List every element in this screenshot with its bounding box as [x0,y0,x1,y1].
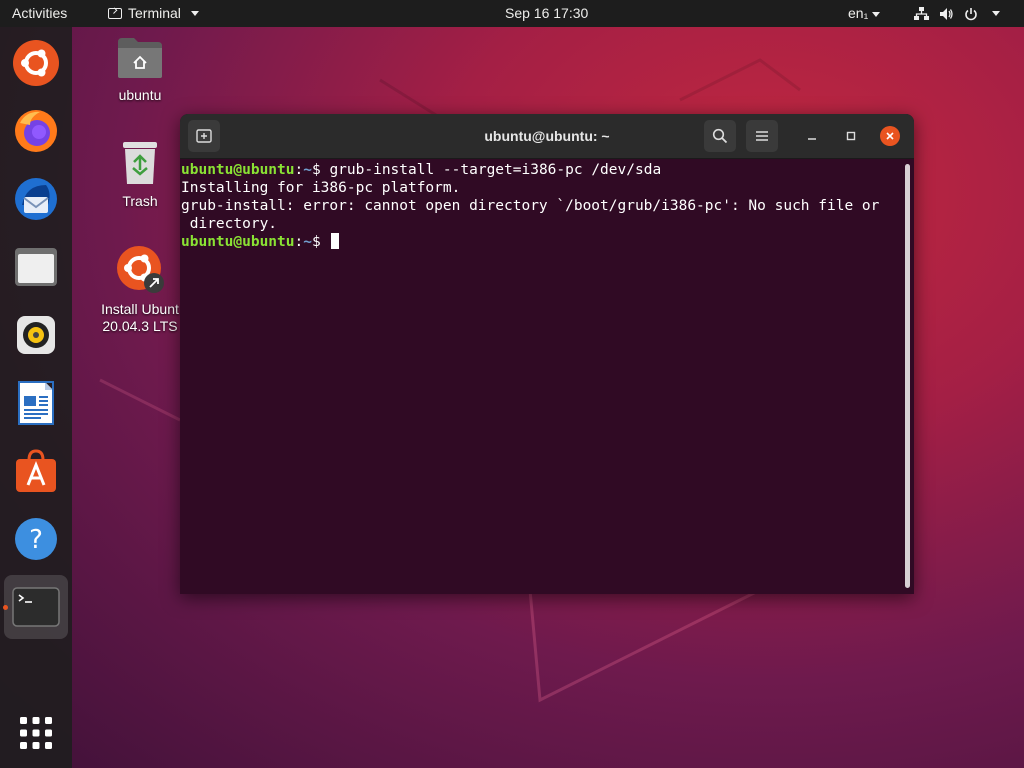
terminal-app-icon [12,587,60,627]
system-menu-button[interactable] [914,0,1000,27]
desktop-icon-installer[interactable]: Install Ubunt 20.04.3 LTS [92,244,188,335]
chevron-down-icon [992,11,1000,16]
volume-icon [940,7,953,20]
search-button[interactable] [704,120,736,152]
prompt-user: ubuntu@ubuntu [181,162,295,178]
maximize-button[interactable] [841,126,861,146]
installer-label-line1: Install Ubunt [101,301,179,317]
show-applications-button[interactable] [8,705,64,761]
terminal-line: grub-install: error: cannot open directo… [181,198,880,214]
thunderbird-icon [15,178,57,220]
dock-item-help[interactable]: ? [8,511,64,567]
language-indicator[interactable]: en₁ [848,0,881,27]
desktop-icon-label: Trash [122,193,158,209]
prompt-symbol: $ [311,234,330,250]
dock-item-thunderbird[interactable] [8,171,64,227]
power-icon [965,7,977,20]
terminal-headerbar[interactable]: ubuntu@ubuntu: ~ [180,114,914,159]
dock: ? [0,27,72,768]
hamburger-menu-icon [756,131,768,141]
ubuntu-logo-icon [13,40,59,86]
dock-item-software[interactable] [8,443,64,499]
dock-item-rhythmbox[interactable] [8,307,64,363]
dock-item-firefox[interactable] [8,103,64,159]
maximize-icon [846,131,856,141]
desktop-icon-label: Install Ubunt 20.04.3 LTS [92,301,188,335]
speaker-icon [17,316,55,354]
document-icon [18,381,54,425]
prompt-path: ~ [303,234,312,250]
prompt-separator: : [294,234,304,250]
app-menu-button[interactable]: Terminal [108,0,199,27]
terminal-window[interactable]: ubuntu@ubuntu: ~ ubuntu@ubuntu:~$ grub-i… [180,114,914,594]
dock-item-writer[interactable] [8,375,64,431]
text-cursor [331,233,340,249]
minimize-icon [808,138,816,140]
search-icon [712,128,728,144]
grid-icon [20,717,52,749]
chevron-down-icon [872,11,881,17]
desktop-icon-label: ubuntu [118,87,162,103]
shopping-bag-icon [16,449,56,492]
top-bar: Activities Terminal Sep 16 17:30 en₁ [0,0,1024,27]
app-menu-label: Terminal [128,5,181,21]
command-text: grub-install --target=i386-pc /dev/sda [329,162,662,178]
trash-icon [123,142,157,184]
terminal-line: ubuntu@ubuntu:~$ grub-install --target=i… [181,161,902,179]
terminal-icon [108,8,122,19]
home-folder-icon [118,38,162,78]
prompt-symbol: $ [311,162,330,178]
network-icon [914,6,929,20]
desktop-icon-trash[interactable]: Trash [92,140,188,210]
close-button[interactable] [880,126,900,146]
folder-icon [15,248,57,286]
clock-button[interactable]: Sep 16 17:30 [505,0,588,27]
close-icon [886,132,894,140]
dock-item-ubuntu[interactable] [8,35,64,91]
running-indicator [3,605,8,610]
prompt-separator: : [294,162,304,178]
firefox-icon [15,110,57,152]
svg-text:?: ? [29,525,43,555]
terminal-line: directory. [181,216,278,232]
activities-button[interactable]: Activities [12,0,67,27]
language-label: en₁ [848,5,869,21]
desktop-icon-home[interactable]: ubuntu [92,36,188,104]
prompt-path: ~ [303,162,312,178]
menu-button[interactable] [746,120,778,152]
minimize-button[interactable] [802,126,822,146]
terminal-output[interactable]: ubuntu@ubuntu:~$ grub-install --target=i… [180,159,902,594]
dock-item-files[interactable] [8,239,64,295]
terminal-line: ubuntu@ubuntu:~$ [181,233,902,251]
installer-label-line2: 20.04.3 LTS [102,318,178,334]
scrollbar[interactable] [905,164,910,588]
prompt-user: ubuntu@ubuntu [181,234,295,250]
dock-item-terminal[interactable] [4,575,68,639]
ubuntu-installer-icon [117,246,164,293]
help-icon: ? [15,518,57,560]
terminal-line: Installing for i386-pc platform. [181,180,461,196]
chevron-down-icon [190,11,199,16]
